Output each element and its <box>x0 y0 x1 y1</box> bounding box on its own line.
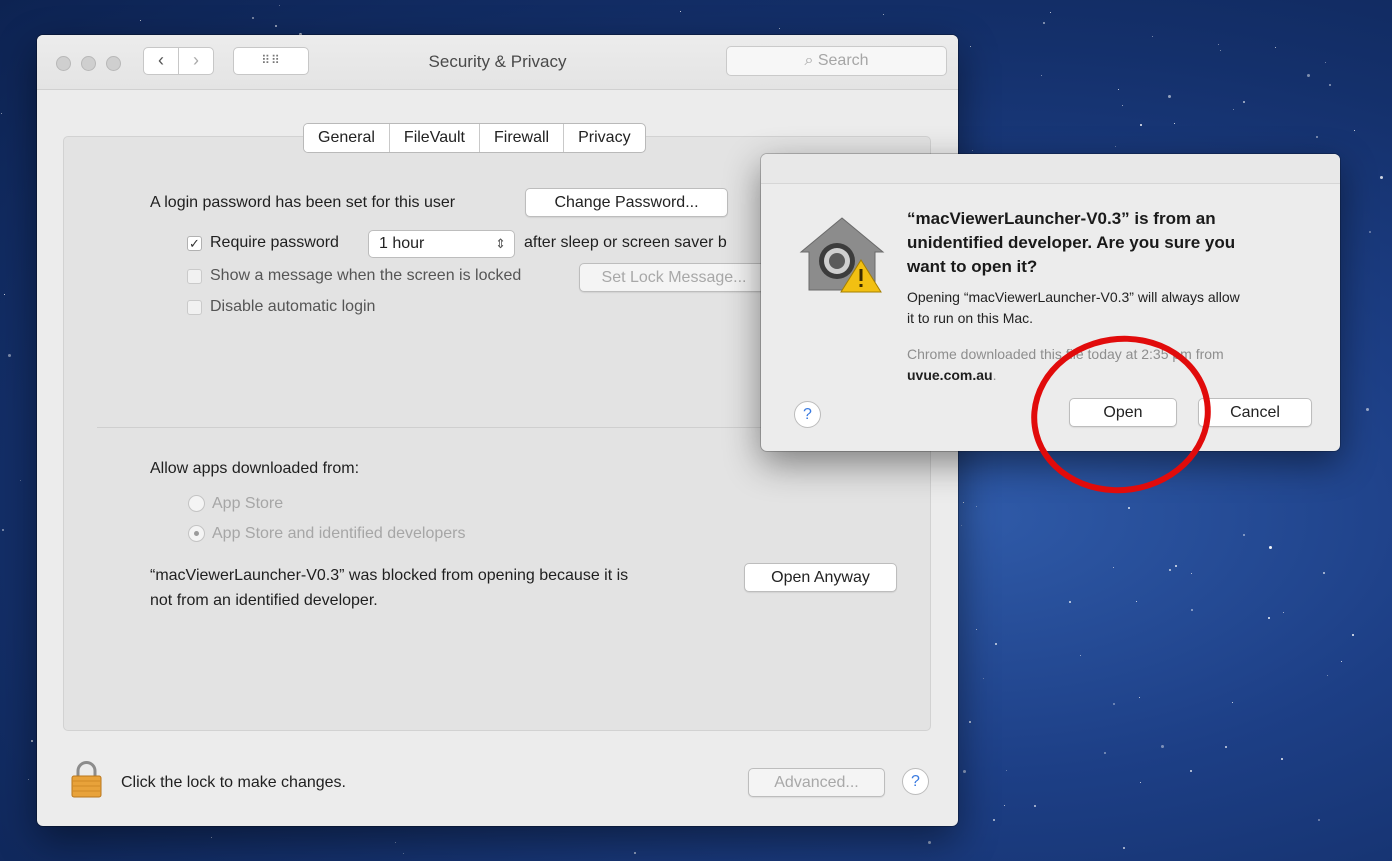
open-anyway-button[interactable]: Open Anyway <box>744 563 897 592</box>
tab-bar: General FileVault Firewall Privacy <box>303 123 646 153</box>
dialog-source-period: . <box>992 367 997 383</box>
change-password-button[interactable]: Change Password... <box>525 188 728 217</box>
unidentified-developer-dialog: “macViewerLauncher-V0.3” is from an unid… <box>761 154 1340 451</box>
search-field[interactable]: ⌕ Search <box>726 46 947 76</box>
tab-firewall[interactable]: Firewall <box>480 124 565 152</box>
tab-general[interactable]: General <box>304 124 390 152</box>
require-password-select[interactable]: 1 hour ⇕ <box>368 230 515 258</box>
dialog-source: Chrome downloaded this file today at 2:3… <box>907 344 1317 386</box>
show-message-label: Show a message when the screen is locked <box>210 267 522 284</box>
allow-apps-label: Allow apps downloaded from: <box>150 460 360 477</box>
require-password-checkbox[interactable]: ✓ <box>187 236 202 251</box>
dialog-source-domain: uvue.com.au <box>907 367 993 383</box>
tab-privacy[interactable]: Privacy <box>564 124 644 152</box>
set-lock-message-button[interactable]: Set Lock Message... <box>579 263 769 292</box>
radio-identified-developers-label: App Store and identified developers <box>212 525 466 542</box>
dialog-source-line1: Chrome downloaded this file today at 2:3… <box>907 346 1224 362</box>
lock-text: Click the lock to make changes. <box>121 774 346 791</box>
require-password-label: Require password <box>210 234 339 251</box>
after-sleep-text: after sleep or screen saver b <box>524 234 727 251</box>
login-password-text: A login password has been set for this u… <box>150 194 456 211</box>
advanced-button[interactable]: Advanced... <box>748 768 885 797</box>
dialog-help-button[interactable]: ? <box>794 401 821 428</box>
help-button[interactable]: ? <box>902 768 929 795</box>
dialog-heading-line3: want to open it? <box>907 257 1038 276</box>
radio-selected-dot <box>194 531 199 536</box>
open-button[interactable]: Open <box>1069 398 1177 427</box>
blocked-text-line2: not from an identified developer. <box>150 592 378 609</box>
checkmark-icon: ✓ <box>189 236 200 251</box>
tab-filevault[interactable]: FileVault <box>390 124 480 152</box>
cancel-button[interactable]: Cancel <box>1198 398 1312 427</box>
radio-app-store-label: App Store <box>212 495 284 512</box>
dialog-body: Opening “macViewerLauncher-V0.3” will al… <box>907 287 1317 329</box>
gatekeeper-warning-icon <box>799 217 885 293</box>
disable-automatic-login-label: Disable automatic login <box>210 298 376 315</box>
updown-chevron-icon: ⇕ <box>495 236 506 251</box>
dialog-body-line2: it to run on this Mac. <box>907 310 1034 326</box>
search-icon: ⌕ <box>804 52 814 69</box>
lock-icon[interactable] <box>70 761 103 798</box>
search-placeholder: Search <box>817 52 869 69</box>
dialog-body-line1: Opening “macViewerLauncher-V0.3” will al… <box>907 289 1240 305</box>
disable-automatic-login-checkbox[interactable] <box>187 300 202 315</box>
dialog-top-bar <box>761 154 1340 184</box>
dialog-heading-line2: unidentified developer. Are you sure you <box>907 233 1236 252</box>
blocked-text-line1: “macViewerLauncher-V0.3” was blocked fro… <box>150 567 629 584</box>
title-bar: ‹ › ⠿⠿ Security & Privacy ⌕ Search <box>37 35 958 90</box>
radio-identified-developers[interactable] <box>188 525 205 542</box>
dialog-heading: “macViewerLauncher-V0.3” is from an unid… <box>907 207 1307 279</box>
dialog-heading-line1: “macViewerLauncher-V0.3” is from an <box>907 209 1216 228</box>
show-message-checkbox[interactable] <box>187 269 202 284</box>
require-password-value: 1 hour <box>379 235 425 252</box>
radio-app-store[interactable] <box>188 495 205 512</box>
